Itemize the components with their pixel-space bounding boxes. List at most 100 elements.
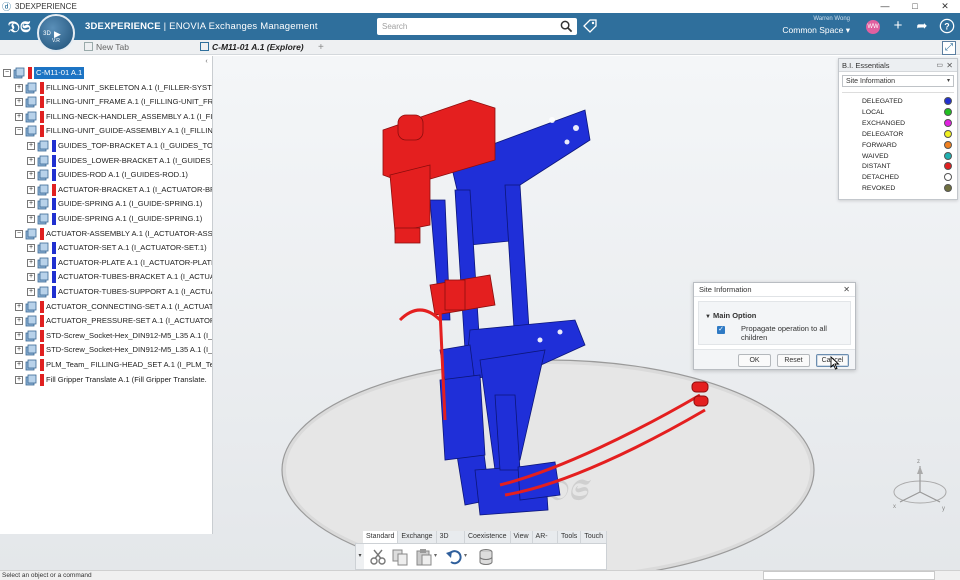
tree-row[interactable]: + FILLING-UNIT_FRAME A.1 (I_FILLING-UNIT_…	[0, 95, 212, 109]
expand-node-icon[interactable]: +	[27, 156, 35, 165]
help-icon[interactable]: ?	[938, 17, 956, 35]
tree-row-label[interactable]: STD-Screw_Socket-Hex_DIN912-M5_L35 A.1 (…	[46, 330, 212, 342]
tree-row[interactable]: − C-M11-01 A.1	[0, 66, 212, 80]
tree-row[interactable]: + STD-Screw_Socket-Hex_DIN912-M5_L35 A.1 …	[0, 343, 212, 357]
reset-button[interactable]: Reset	[777, 354, 810, 367]
expand-node-icon[interactable]: +	[27, 258, 35, 267]
tree-row[interactable]: + ACTUATOR_PRESSURE-SET A.1 (I_ACTUATOR_P	[0, 314, 212, 328]
tree-row[interactable]: + ACTUATOR-TUBES-BRACKET A.1 (I_ACTUAT	[0, 270, 212, 284]
search-icon[interactable]	[560, 20, 573, 33]
chevron-down-icon[interactable]: ▾	[356, 544, 364, 569]
expand-node-icon[interactable]: +	[15, 112, 23, 121]
tree-row[interactable]: + GUIDES-ROD A.1 (I_GUIDES-ROD.1)	[0, 168, 212, 182]
action-tab-tools[interactable]: Tools	[557, 531, 582, 543]
tree-row-label[interactable]: FILLING-NECK-HANDLER_ASSEMBLY A.1 (I_FIL…	[46, 111, 212, 123]
tree-row-label[interactable]: C-M11-01 A.1	[34, 67, 85, 79]
expand-node-icon[interactable]: +	[27, 171, 35, 180]
tree-row[interactable]: + ACTUATOR-SET A.1 (I_ACTUATOR-SET.1)	[0, 241, 212, 255]
tree-row[interactable]: + ACTUATOR-TUBES-SUPPORT A.1 (I_ACTUAT	[0, 285, 212, 299]
expand-node-icon[interactable]: +	[15, 83, 23, 92]
expand-node-icon[interactable]: +	[27, 200, 35, 209]
expand-node-icon[interactable]: +	[27, 215, 35, 223]
tree-row-label[interactable]: ACTUATOR-SET A.1 (I_ACTUATOR-SET.1)	[58, 242, 207, 254]
close-window-button[interactable]: ✕	[930, 0, 960, 13]
tree-row-label[interactable]: ACTUATOR-PLATE A.1 (I_ACTUATOR-PLATE	[58, 257, 212, 269]
expand-node-icon[interactable]: +	[15, 317, 23, 326]
tree-row[interactable]: + GUIDES_TOP-BRACKET A.1 (I_GUIDES_TOP-	[0, 139, 212, 153]
action-tab-standard[interactable]: Standard	[363, 531, 399, 543]
tree-row-label[interactable]: GUIDE-SPRING A.1 (I_GUIDE-SPRING.1)	[58, 198, 202, 210]
close-icon[interactable]: ✕	[843, 283, 850, 297]
expand-node-icon[interactable]: +	[27, 185, 35, 194]
tree-row-label[interactable]: FILLING-UNIT_FRAME A.1 (I_FILLING-UNIT_F…	[46, 96, 212, 108]
collapse-node-icon[interactable]: −	[15, 229, 23, 238]
undo-icon[interactable]	[444, 547, 464, 567]
action-tab-3d-xml[interactable]: 3D XML	[436, 531, 465, 552]
expand-node-icon[interactable]: +	[27, 273, 35, 282]
action-tab-exchange[interactable]: Exchange	[398, 531, 437, 543]
tree-row-label[interactable]: ACTUATOR_PRESSURE-SET A.1 (I_ACTUATOR_P	[46, 315, 212, 327]
tree-row[interactable]: − FILLING-UNIT_GUIDE-ASSEMBLY A.1 (I_FILL…	[0, 124, 212, 138]
tree-row-label[interactable]: ACTUATOR-TUBES-SUPPORT A.1 (I_ACTUAT	[58, 286, 212, 298]
tree-row[interactable]: + FILLING-UNIT_SKELETON A.1 (I_FILLER-SYS…	[0, 81, 212, 95]
tree-row-label[interactable]: GUIDES-ROD A.1 (I_GUIDES-ROD.1)	[58, 169, 188, 181]
compass-widget[interactable]: 3D ▶ V.R	[37, 14, 75, 52]
collapse-node-icon[interactable]: −	[3, 69, 11, 77]
tree-row[interactable]: + ACTUATOR-BRACKET A.1 (I_ACTUATOR-BR/	[0, 183, 212, 197]
minimize-icon[interactable]: ▭	[936, 59, 943, 72]
tree-row-label[interactable]: ACTUATOR-BRACKET A.1 (I_ACTUATOR-BR/	[58, 184, 212, 196]
avatar[interactable]: WW	[866, 20, 880, 34]
action-tab-ar-vr[interactable]: AR-VR	[532, 531, 558, 552]
tree-row-label[interactable]: ACTUATOR-TUBES-BRACKET A.1 (I_ACTUAT	[58, 271, 212, 283]
share-icon[interactable]: ➦	[913, 17, 931, 35]
command-input[interactable]	[763, 571, 935, 580]
tag-icon[interactable]	[583, 19, 597, 33]
tree-row-label[interactable]: ACTUATOR_CONNECTING-SET A.1 (I_ACTUATOR	[46, 301, 212, 313]
database-icon[interactable]	[476, 547, 496, 567]
main-option-section[interactable]: ▼ Main Option	[705, 311, 756, 320]
tree-row-label[interactable]: Fill Gripper Translate A.1 (Fill Gripper…	[46, 374, 207, 386]
ok-button[interactable]: OK	[738, 354, 771, 367]
minimize-button[interactable]: —	[870, 0, 900, 13]
expand-node-icon[interactable]: +	[15, 331, 23, 340]
expand-node-icon[interactable]: +	[15, 361, 23, 369]
tree-row[interactable]: + Fill Gripper Translate A.1 (Fill Grippe…	[0, 373, 212, 387]
action-tab-view[interactable]: View	[510, 531, 533, 543]
paste-options-icon[interactable]: ▾	[434, 552, 437, 559]
ds-logo-icon[interactable]: 𝔇𝕾	[8, 17, 30, 37]
tree-row[interactable]: + ACTUATOR_CONNECTING-SET A.1 (I_ACTUATOR	[0, 300, 212, 314]
search-input[interactable]	[382, 20, 552, 33]
collab-space-selector[interactable]: Common Space ▾	[780, 23, 850, 37]
axis-triad-icon[interactable]: z x y	[888, 452, 952, 516]
tree-row-label[interactable]: FILLING-UNIT_GUIDE-ASSEMBLY A.1 (I_FILLI…	[46, 125, 212, 137]
propagate-checkbox[interactable]: ✓	[717, 326, 725, 334]
paste-icon[interactable]	[414, 547, 434, 567]
tab-explore[interactable]: C-M11-01 A.1 (Explore)	[200, 40, 304, 55]
add-icon[interactable]: +	[889, 17, 907, 35]
expand-node-icon[interactable]: +	[27, 288, 35, 296]
tree-row[interactable]: − ACTUATOR-ASSEMBLY A.1 (I_ACTUATOR-ASSE	[0, 227, 212, 241]
tree-row[interactable]: + GUIDES_LOWER-BRACKET A.1 (I_GUIDES_LO	[0, 154, 212, 168]
tree-row[interactable]: + ACTUATOR-PLATE A.1 (I_ACTUATOR-PLATE	[0, 256, 212, 270]
tree-row-label[interactable]: FILLING-UNIT_SKELETON A.1 (I_FILLER-SYST…	[46, 82, 212, 94]
tree-row-label[interactable]: ACTUATOR-ASSEMBLY A.1 (I_ACTUATOR-ASSE	[46, 228, 212, 240]
fullscreen-icon[interactable]: ⤢	[942, 41, 956, 55]
expand-node-icon[interactable]: +	[27, 244, 35, 253]
tree-row-label[interactable]: GUIDES_LOWER-BRACKET A.1 (I_GUIDES_LO	[58, 155, 212, 167]
close-icon[interactable]: ✕	[946, 59, 953, 72]
tree-row[interactable]: + GUIDE-SPRING A.1 (I_GUIDE-SPRING.1)	[0, 212, 212, 226]
action-tab-touch[interactable]: Touch	[581, 531, 607, 543]
add-tab-button[interactable]: +	[318, 40, 324, 55]
cut-icon[interactable]	[368, 547, 388, 567]
bi-essentials-select[interactable]: Site Information ▾	[842, 75, 954, 87]
tab-new-tab[interactable]: New Tab	[84, 40, 129, 55]
undo-options-icon[interactable]: ▾	[464, 552, 467, 559]
copy-icon[interactable]	[390, 547, 410, 567]
expand-node-icon[interactable]: +	[15, 346, 23, 355]
expand-node-icon[interactable]: +	[27, 142, 35, 150]
tree-row-label[interactable]: GUIDES_TOP-BRACKET A.1 (I_GUIDES_TOP-	[58, 140, 212, 152]
maximize-button[interactable]: □	[900, 0, 930, 13]
tree-row-label[interactable]: STD-Screw_Socket-Hex_DIN912-M5_L35 A.1 (…	[46, 344, 212, 356]
propagate-checkbox-label[interactable]: Propagate operation to all children	[741, 324, 850, 342]
tree-row-label[interactable]: PLM_Team_ FILLING-HEAD_SET A.1 (I_PLM_Te…	[46, 359, 212, 371]
